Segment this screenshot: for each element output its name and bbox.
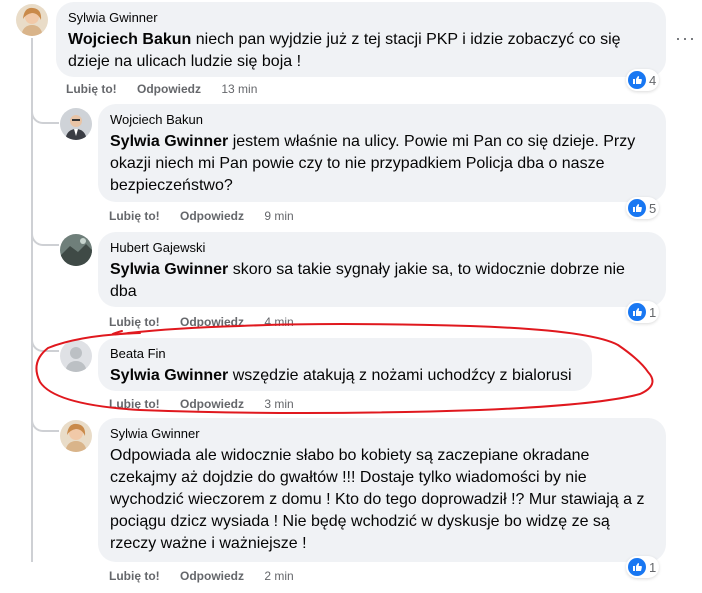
- timestamp[interactable]: 2 min: [264, 569, 293, 583]
- comment-author[interactable]: Sylwia Gwinner: [110, 426, 654, 442]
- comment-bubble: Sylwia Gwinner Odpowiada ale widocznie s…: [98, 418, 666, 562]
- reply-button[interactable]: Odpowiedz: [180, 569, 244, 583]
- reaction-summary[interactable]: 1: [626, 556, 660, 578]
- comment-text: Odpowiada ale widocznie słabo bo kobiety…: [110, 447, 645, 552]
- like-button[interactable]: Lubię to!: [109, 569, 160, 583]
- avatar[interactable]: [60, 420, 92, 452]
- like-icon: [628, 558, 646, 576]
- comment-actions: Lubię to! Odpowiedz 2 min: [109, 568, 294, 584]
- reaction-count: 1: [649, 559, 657, 575]
